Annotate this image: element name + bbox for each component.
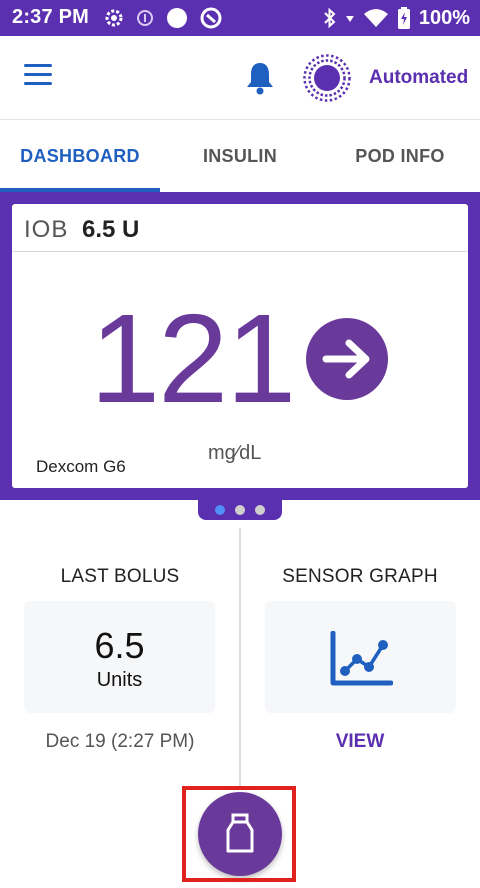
iob-value: 6.5 U — [82, 216, 140, 243]
dashboard-panel: IOB 6.5 U 121 mg∕dL Dexcom G6 — [0, 192, 480, 500]
glucose-value: 121 — [90, 288, 296, 429]
bell-icon[interactable] — [244, 60, 276, 96]
status-icons-right: 100% — [323, 6, 470, 30]
last-bolus-date: Dec 19 (2:27 PM) — [45, 731, 195, 752]
battery-percent: 100% — [418, 6, 470, 29]
last-bolus-value: 6.5 — [94, 625, 145, 666]
tab-bar: DASHBOARD INSULIN POD INFO — [0, 121, 480, 192]
tab-dashboard[interactable]: DASHBOARD — [0, 121, 160, 192]
hamburger-menu-icon[interactable] — [24, 64, 56, 92]
last-bolus-title: LAST BOLUS — [60, 566, 180, 587]
iob-label: IOB — [24, 216, 69, 243]
battery-icon — [397, 7, 410, 29]
page-dot-active[interactable] — [215, 505, 225, 515]
glucose-unit: mg∕dL — [208, 442, 262, 464]
wifi-icon — [363, 9, 388, 27]
app-notification-icon — [200, 7, 222, 29]
sensor-graph-card[interactable] — [265, 601, 456, 713]
sensor-graph-view-link[interactable]: VIEW — [250, 731, 470, 753]
mode-label[interactable]: Automated — [369, 67, 468, 89]
status-icons-left — [104, 7, 222, 29]
sensor-name: Dexcom G6 — [36, 457, 126, 476]
automated-mode-icon[interactable] — [302, 53, 352, 103]
last-bolus-unit: Units — [96, 669, 143, 691]
tab-insulin[interactable]: INSULIN — [160, 121, 320, 192]
last-bolus-card[interactable]: 6.5 Units — [24, 601, 215, 713]
circle-icon — [167, 8, 187, 28]
tab-pod-info[interactable]: POD INFO — [320, 121, 480, 192]
status-bar: 2:37 PM 100% — [0, 0, 480, 36]
pod-status-icon — [137, 10, 153, 26]
insulin-vial-icon — [226, 813, 254, 853]
signal-arrow-icon — [345, 16, 354, 22]
page-dot[interactable] — [255, 505, 265, 515]
app-bar: Automated — [0, 36, 480, 120]
trend-arrow-icon — [306, 318, 388, 400]
page-dot[interactable] — [235, 505, 245, 515]
bluetooth-icon — [324, 7, 336, 29]
sensor-graph-title: SENSOR GRAPH — [282, 566, 438, 587]
status-time: 2:37 PM — [12, 6, 89, 28]
section-divider — [239, 528, 241, 790]
sync-icon — [105, 9, 123, 27]
iob-row: IOB 6.5 U — [12, 204, 468, 252]
bolus-fab-button[interactable] — [198, 792, 282, 876]
glucose-card[interactable]: IOB 6.5 U 121 mg∕dL Dexcom G6 — [12, 204, 468, 488]
page-indicator — [198, 500, 282, 520]
line-chart-icon — [330, 631, 393, 686]
